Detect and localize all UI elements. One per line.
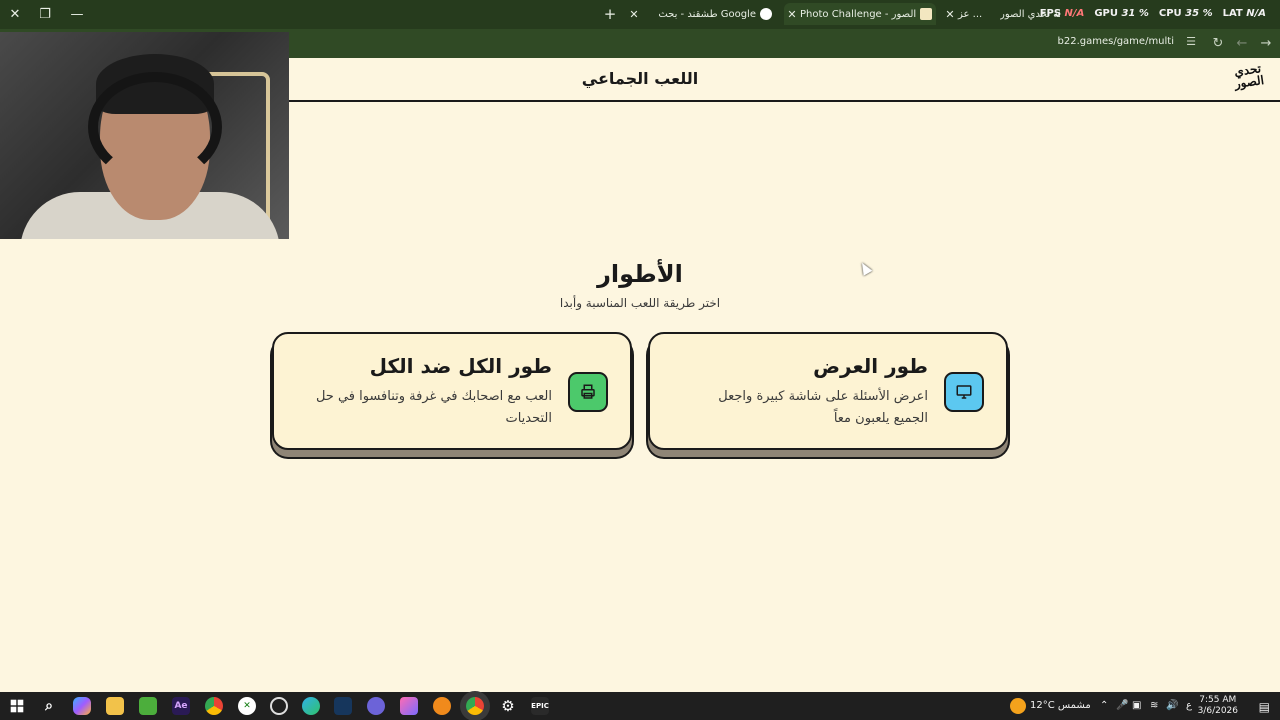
close-tab-icon[interactable]: ✕ — [626, 8, 642, 21]
xbox-icon[interactable]: ✕ — [238, 697, 256, 715]
search-icon[interactable]: ⌕ — [40, 697, 58, 715]
epic-games-icon[interactable]: EPIC — [531, 697, 549, 715]
github-icon[interactable] — [270, 697, 288, 715]
after-effects-icon[interactable]: Ae — [172, 697, 190, 715]
clock[interactable]: 7:55 AM 3/6/2026 — [1198, 695, 1238, 717]
forward-arrow-icon[interactable]: ← — [1232, 33, 1252, 53]
modes-subtitle: اختر طريقة اللعب المناسبة وأبدا — [559, 296, 721, 310]
site-settings-icon[interactable]: ☰ — [1186, 35, 1196, 48]
screen-share-icon[interactable]: ▣ — [1132, 700, 1141, 711]
modes-heading: الأطوار — [597, 260, 683, 288]
card-description: العب مع اصحابك في غرفة وتنافسوا في حل ال… — [315, 389, 552, 426]
weather-icon[interactable] — [1010, 698, 1026, 714]
back-arrow-icon[interactable]: → — [1256, 33, 1276, 53]
site-logo[interactable]: تحدي الصور — [1228, 61, 1270, 99]
file-explorer-icon[interactable] — [106, 697, 124, 715]
copilot-icon[interactable] — [73, 697, 91, 715]
settings-icon[interactable]: ⚙ — [499, 697, 517, 715]
performance-overlay: FPS N/A GPU 31 % CPU 35 % LAT N/A — [1039, 8, 1266, 19]
close-window-icon[interactable]: ✕ — [4, 4, 26, 24]
chrome-icon[interactable] — [205, 697, 223, 715]
tab-google-search[interactable]: ✕ طشقند - بحث Google — [626, 3, 776, 25]
notifications-icon[interactable]: ▤ — [1259, 700, 1270, 714]
url-field[interactable]: b22.games/game/multi — [1058, 36, 1175, 47]
edge-icon[interactable] — [302, 697, 320, 715]
reload-icon[interactable]: ↻ — [1208, 33, 1228, 53]
webcam-overlay — [0, 32, 289, 239]
windows-start-icon[interactable] — [8, 697, 26, 715]
printer-icon — [568, 372, 608, 412]
microphone-icon[interactable]: 🎤 — [1116, 700, 1128, 711]
card-description: اعرض الأسئلة على شاشة كبيرة واجعل الجميع… — [718, 389, 928, 426]
close-tab-icon[interactable]: ✕ — [942, 8, 958, 21]
all-vs-all-mode-card[interactable]: طور الكل ضد الكل العب مع اصحابك في غرفة … — [272, 332, 632, 450]
windows-taskbar: ⌕ Ae ✕ ⚙ EPIC 12°C مشمس ⌃ 🎤 ▣ ≋ 🔊 ع 7:55… — [0, 692, 1280, 720]
mouse-cursor-icon — [857, 260, 873, 276]
google-favicon-icon — [760, 8, 772, 20]
display-mode-card[interactable]: طور العرض اعرض الأسئلة على شاشة كبيرة وا… — [648, 332, 1008, 450]
chevron-up-icon[interactable]: ⌃ — [1100, 700, 1108, 711]
restore-window-icon[interactable]: ❐ — [34, 4, 56, 24]
chrome-active-icon[interactable] — [466, 697, 484, 715]
monitor-icon — [944, 372, 984, 412]
card-title: طور العرض — [813, 354, 928, 378]
tab-photo-challenge[interactable]: ✕ Photo Challenge - تحدي الصور — [784, 3, 936, 25]
minimize-window-icon[interactable]: — — [66, 4, 88, 24]
steam-icon[interactable] — [334, 697, 352, 715]
language-indicator[interactable]: ع — [1186, 700, 1192, 711]
page-title: اللعب الجماعي — [581, 69, 699, 88]
weather-text[interactable]: 12°C مشمس — [1030, 700, 1091, 711]
new-tab-button[interactable]: + — [600, 4, 620, 24]
discord-icon[interactable] — [367, 697, 385, 715]
browser-tab-strip: ✕ ❐ — + ✕ طشقند - بحث Google ✕ Photo Cha… — [0, 0, 1280, 29]
tab-other[interactable]: ✕ عز ... — [942, 3, 992, 25]
minecraft-icon[interactable] — [139, 697, 157, 715]
volume-icon[interactable]: 🔊 — [1166, 700, 1178, 711]
site-favicon-icon — [920, 8, 932, 20]
photos-icon[interactable] — [400, 697, 418, 715]
wifi-icon[interactable]: ≋ — [1150, 700, 1158, 711]
close-tab-icon[interactable]: ✕ — [784, 8, 800, 21]
blender-icon[interactable] — [433, 697, 451, 715]
card-title: طور الكل ضد الكل — [369, 354, 552, 378]
